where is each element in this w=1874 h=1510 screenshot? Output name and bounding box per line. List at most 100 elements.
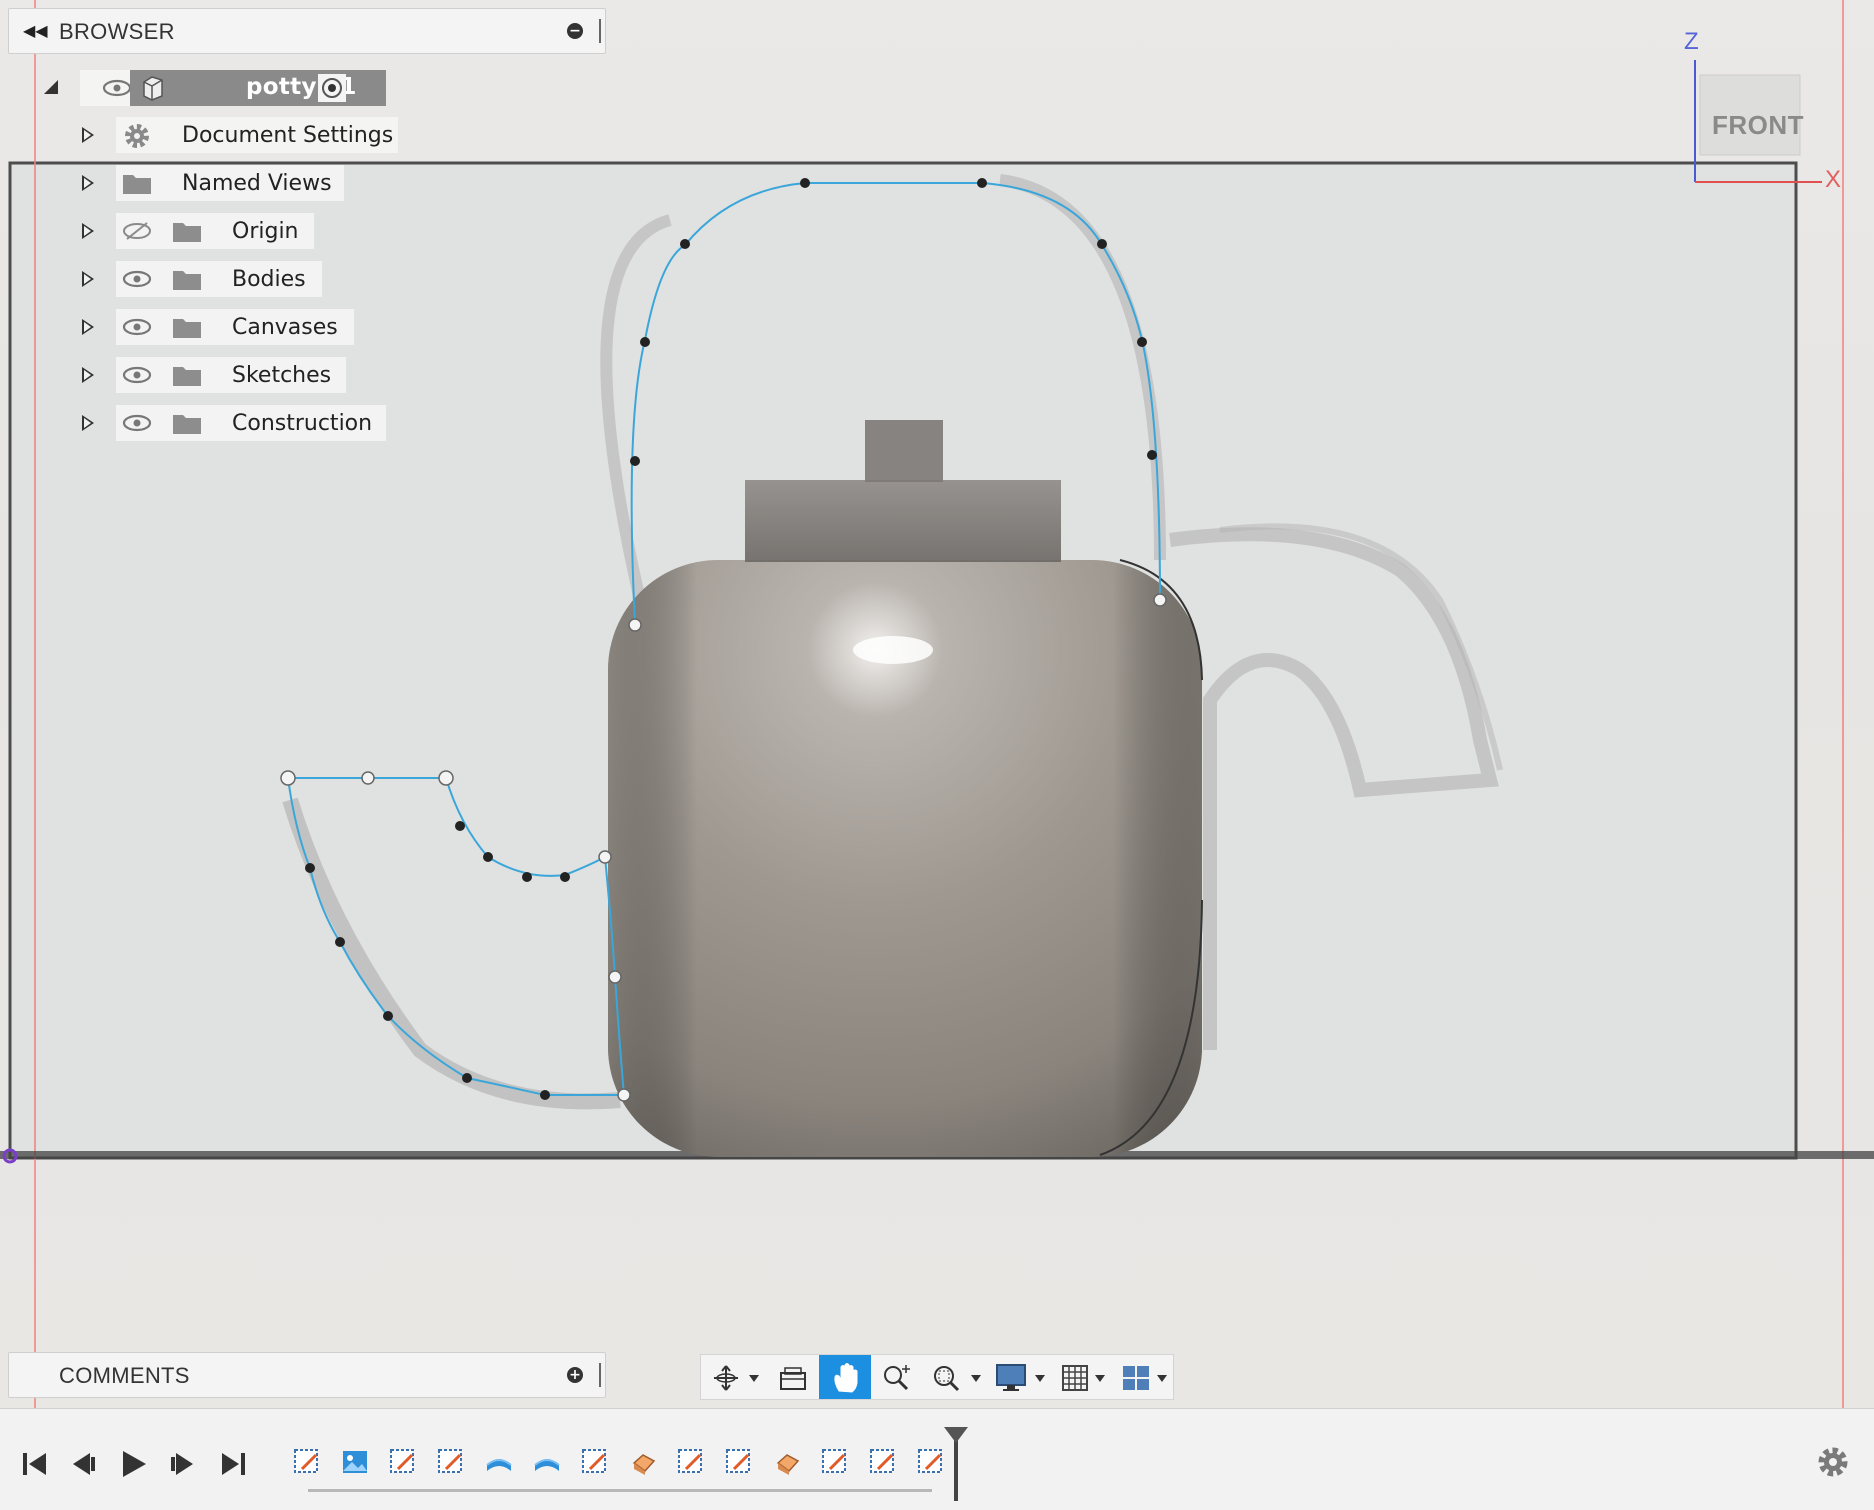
- play-icon[interactable]: [118, 1449, 148, 1479]
- timeline-feature-sketch-icon[interactable]: [916, 1447, 946, 1477]
- hidden-eye-icon[interactable]: [122, 221, 152, 241]
- timeline-track: [308, 1489, 932, 1492]
- timeline-feature-sketch-icon[interactable]: [436, 1447, 466, 1477]
- chevron-down-icon[interactable]: [1095, 1375, 1105, 1382]
- tree-item-named-views[interactable]: Named Views: [116, 165, 344, 201]
- display-settings-icon: [996, 1364, 1026, 1391]
- grid-icon: [1062, 1365, 1088, 1391]
- timeline-feature-sketch-icon[interactable]: [820, 1447, 850, 1477]
- expand-construction-icon[interactable]: [82, 415, 94, 431]
- folder-icon: [173, 367, 201, 386]
- tree-item-label: Bodies: [232, 267, 306, 292]
- timeline-feature-sketch-icon[interactable]: [868, 1447, 898, 1477]
- eye-icon[interactable]: [122, 317, 152, 337]
- kettle-highlight: [853, 636, 933, 664]
- add-comment-icon[interactable]: +: [567, 1367, 583, 1383]
- timeline-feature-sketch-icon[interactable]: [580, 1447, 610, 1477]
- chevron-down-icon[interactable]: [971, 1375, 981, 1382]
- tree-item-label: Document Settings: [182, 123, 394, 148]
- timeline-feature-sketch-icon[interactable]: [388, 1447, 418, 1477]
- tree-item-label: Construction: [232, 411, 373, 436]
- tree-item-document-settings[interactable]: Document Settings: [116, 117, 398, 153]
- timeline-feature-canvas-icon[interactable]: [340, 1447, 370, 1477]
- panel-grip[interactable]: [599, 19, 601, 43]
- previous-icon[interactable]: [68, 1449, 98, 1479]
- eye-icon[interactable]: [122, 269, 152, 289]
- model-scene: [0, 0, 1874, 1408]
- expand-bodies-icon[interactable]: [82, 271, 94, 287]
- viewports-icon: [1123, 1366, 1149, 1390]
- gear-icon: [125, 124, 149, 148]
- timeline-feature-sketch-icon[interactable]: [292, 1447, 322, 1477]
- first-icon[interactable]: [20, 1449, 50, 1479]
- viewports-button[interactable]: [1117, 1355, 1171, 1399]
- display-settings-button[interactable]: [991, 1355, 1051, 1399]
- browser-title: BROWSER: [59, 19, 175, 44]
- eye-icon[interactable]: [102, 78, 132, 98]
- panel-grip[interactable]: [599, 1363, 601, 1387]
- tree-item-sketches[interactable]: Sketches: [116, 357, 346, 393]
- tree-item-canvases[interactable]: Canvases: [116, 309, 354, 345]
- zoom-button[interactable]: [875, 1355, 917, 1399]
- gear-icon[interactable]: [1816, 1445, 1850, 1479]
- activate-radio-icon[interactable]: [318, 74, 346, 102]
- folder-icon: [173, 415, 201, 434]
- pan-button[interactable]: [819, 1355, 871, 1399]
- folder-icon: [123, 175, 151, 194]
- fit-button[interactable]: [925, 1355, 985, 1399]
- tree-item-label: Sketches: [232, 363, 332, 388]
- navigation-toolbar: [700, 1354, 1174, 1400]
- next-icon[interactable]: [168, 1449, 198, 1479]
- timeline: [0, 1408, 1874, 1510]
- collapse-panel-icon[interactable]: ◀◀: [23, 21, 48, 40]
- folder-icon: [173, 271, 201, 290]
- canvas-viewport[interactable]: FRONT Z X: [0, 0, 1874, 1408]
- tree-item-origin[interactable]: Origin: [116, 213, 314, 249]
- timeline-feature-revolve-icon[interactable]: [484, 1447, 514, 1477]
- kettle-knob[interactable]: [865, 420, 943, 482]
- component-highlight: potty v1: [130, 70, 386, 106]
- root-component-row[interactable]: potty v1: [80, 70, 386, 106]
- expand-canvases-icon[interactable]: [82, 319, 94, 335]
- tree-item-label: Origin: [232, 219, 299, 244]
- timeline-feature-sketch-icon[interactable]: [676, 1447, 706, 1477]
- chevron-down-icon[interactable]: [749, 1375, 759, 1382]
- eye-icon[interactable]: [122, 413, 152, 433]
- timeline-marker[interactable]: [944, 1427, 968, 1501]
- viewcube-face-label[interactable]: FRONT: [1712, 110, 1804, 141]
- last-icon[interactable]: [218, 1449, 248, 1479]
- expand-sketches-icon[interactable]: [82, 367, 94, 383]
- eye-icon[interactable]: [122, 365, 152, 385]
- orbit-button[interactable]: [705, 1355, 765, 1399]
- minimize-icon[interactable]: −: [567, 23, 583, 39]
- comments-title: COMMENTS: [59, 1363, 190, 1388]
- look-at-icon: [780, 1367, 806, 1390]
- chevron-down-icon[interactable]: [1035, 1375, 1045, 1382]
- tree-item-label: Canvases: [232, 315, 338, 340]
- kettle-lid[interactable]: [745, 480, 1061, 562]
- tree-item-label: Named Views: [182, 171, 332, 196]
- comments-header[interactable]: COMMENTS +: [8, 1352, 606, 1398]
- folder-icon: [173, 223, 201, 242]
- pan-icon: [834, 1363, 858, 1393]
- orbit-icon: [714, 1365, 738, 1391]
- expand-document-settings-icon[interactable]: [82, 127, 94, 143]
- timeline-feature-extrude-icon[interactable]: [772, 1447, 802, 1477]
- look-at-button[interactable]: [773, 1355, 813, 1399]
- fit-icon: [934, 1366, 960, 1392]
- timeline-feature-sketch-icon[interactable]: [724, 1447, 754, 1477]
- browser-header[interactable]: ◀◀ BROWSER −: [8, 8, 606, 54]
- expand-origin-icon[interactable]: [82, 223, 94, 239]
- chevron-down-icon[interactable]: [1157, 1375, 1167, 1382]
- tree-item-bodies[interactable]: Bodies: [116, 261, 322, 297]
- axis-x-label: X: [1825, 166, 1842, 193]
- folder-icon: [173, 319, 201, 338]
- axis-z-label: Z: [1684, 28, 1699, 55]
- timeline-feature-revolve-icon[interactable]: [532, 1447, 562, 1477]
- timeline-feature-extrude-icon[interactable]: [628, 1447, 658, 1477]
- root-expander-icon[interactable]: [44, 80, 58, 94]
- expand-named-views-icon[interactable]: [82, 175, 94, 191]
- tree-item-construction[interactable]: Construction: [116, 405, 386, 441]
- zoom-icon: [884, 1365, 910, 1391]
- grid-button[interactable]: [1057, 1355, 1111, 1399]
